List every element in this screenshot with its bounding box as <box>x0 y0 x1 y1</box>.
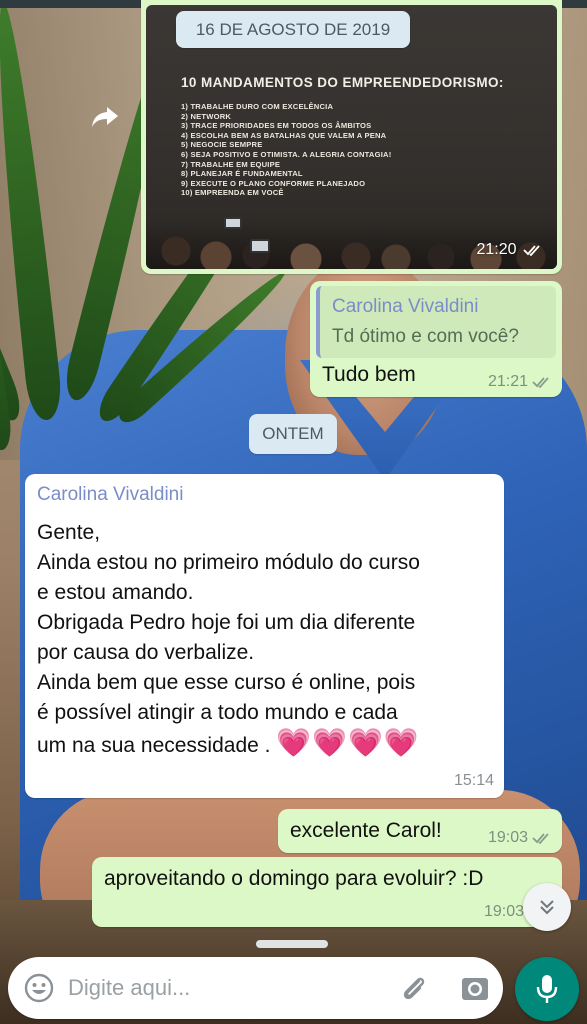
double-check-icon <box>532 833 549 845</box>
scroll-indicator <box>256 940 328 948</box>
message-line: Obrigada Pedro hoje foi um dia diferente <box>37 611 416 634</box>
message-text: aproveitando o domingo para evoluir? :D <box>104 867 484 890</box>
date-chip: 16 DE AGOSTO DE 2019 <box>176 11 410 48</box>
message-time: 19:03 <box>483 903 524 920</box>
slide-item: 2) NETWORK <box>181 111 232 121</box>
sender-name[interactable]: Carolina Vivaldini <box>37 484 492 506</box>
message-line: Gente, <box>37 521 101 544</box>
scroll-to-bottom-button[interactable] <box>523 883 571 931</box>
slide-title: 10 MANDAMENTOS DO EMPREENDEDORISMO: <box>181 75 504 90</box>
outgoing-message[interactable]: excelente Carol! 19:03 <box>278 809 562 853</box>
quoted-message[interactable]: Carolina Vivaldini Td ótimo e com você? <box>316 286 556 358</box>
message-line: e estou amando. <box>37 581 194 604</box>
message-time: 19:03 <box>487 829 528 846</box>
message-line: por causa do verbalize. <box>37 641 255 664</box>
slide-item: 3) TRACE PRIORIDADES EM TODOS OS ÂMBITOS <box>181 121 372 131</box>
message-text: Gente, Ainda estou no primeiro módulo do… <box>37 518 492 761</box>
message-text: excelente Carol! <box>290 819 442 842</box>
chevron-down-icon <box>540 900 554 915</box>
day-chip: ONTEM <box>249 414 337 454</box>
chat-area[interactable]: 10 MANDAMENTOS DO EMPREENDEDORISMO: 1) T… <box>0 0 587 1024</box>
slide-list: 1) TRABALHE DURO COM EXCELÊNCIA 2) NETWO… <box>181 102 391 198</box>
slide-item: 1) TRABALHE DURO COM EXCELÊNCIA <box>181 102 334 111</box>
paperclip-icon <box>403 977 425 1000</box>
mic-icon <box>536 975 558 1003</box>
message-meta: 15:14 <box>454 772 494 790</box>
slide-item: 6) SEJA POSITIVO E OTIMISTA. A ALEGRIA C… <box>181 149 392 159</box>
forward-icon <box>92 107 118 127</box>
outgoing-message[interactable]: aproveitando o domingo para evoluir? :D … <box>92 857 562 927</box>
slide-item: 9) EXECUTE O PLANO CONFORME PLANEJADO <box>181 178 366 188</box>
message-composer <box>8 957 503 1019</box>
quoted-text: Td ótimo e com você? <box>332 326 519 347</box>
slide-item: 10) EMPREENDA EM VOCÊ <box>181 188 284 198</box>
incoming-message[interactable]: Carolina Vivaldini Gente, Ainda estou no… <box>25 474 504 798</box>
double-check-icon <box>532 377 549 389</box>
emoji-button[interactable] <box>22 971 56 1005</box>
message-line-text: um na sua necessidade . <box>37 734 271 757</box>
slide-item: 5) NEGOCIE SEMPRE <box>181 140 263 150</box>
slide-item: 8) PLANEJAR É FUNDAMENTAL <box>181 169 303 179</box>
message-line: é possível atingir a todo mundo e cada <box>37 701 398 724</box>
heart-emoji: 💗💗💗💗 <box>276 727 420 758</box>
emoji-icon <box>24 973 54 1003</box>
message-line: Ainda bem que esse curso é online, pois <box>37 671 416 694</box>
message-time: 15:14 <box>453 772 494 789</box>
message-time: 21:20 <box>476 241 517 258</box>
raised-phone <box>224 217 242 229</box>
slide-item: 7) TRABALHE EM EQUIPE <box>181 159 281 169</box>
slide-item: 4) ESCOLHA BEM AS BATALHAS QUE VALEM A P… <box>181 130 387 140</box>
message-input[interactable] <box>68 969 388 1007</box>
mic-button[interactable] <box>515 957 579 1021</box>
message-meta: 19:03 <box>484 903 524 921</box>
message-time: 21:21 <box>487 373 528 390</box>
message-meta: 19:03 <box>488 829 552 847</box>
reply-message[interactable]: Carolina Vivaldini Td ótimo e com você? … <box>310 281 562 397</box>
camera-button[interactable] <box>458 972 492 1006</box>
double-check-icon <box>523 245 540 257</box>
message-meta: 21:21 <box>488 373 552 391</box>
camera-icon <box>462 978 488 1000</box>
message-meta: 21:20 <box>477 241 544 259</box>
message-line: Ainda estou no primeiro módulo do curso <box>37 551 420 574</box>
attach-button[interactable] <box>397 972 431 1006</box>
quoted-sender: Carolina Vivaldini <box>332 296 479 317</box>
message-text: Tudo bem <box>322 363 416 386</box>
raised-phone <box>250 239 270 253</box>
message-line: um na sua necessidade . 💗💗💗💗 <box>37 728 492 761</box>
forward-button[interactable] <box>88 100 122 134</box>
